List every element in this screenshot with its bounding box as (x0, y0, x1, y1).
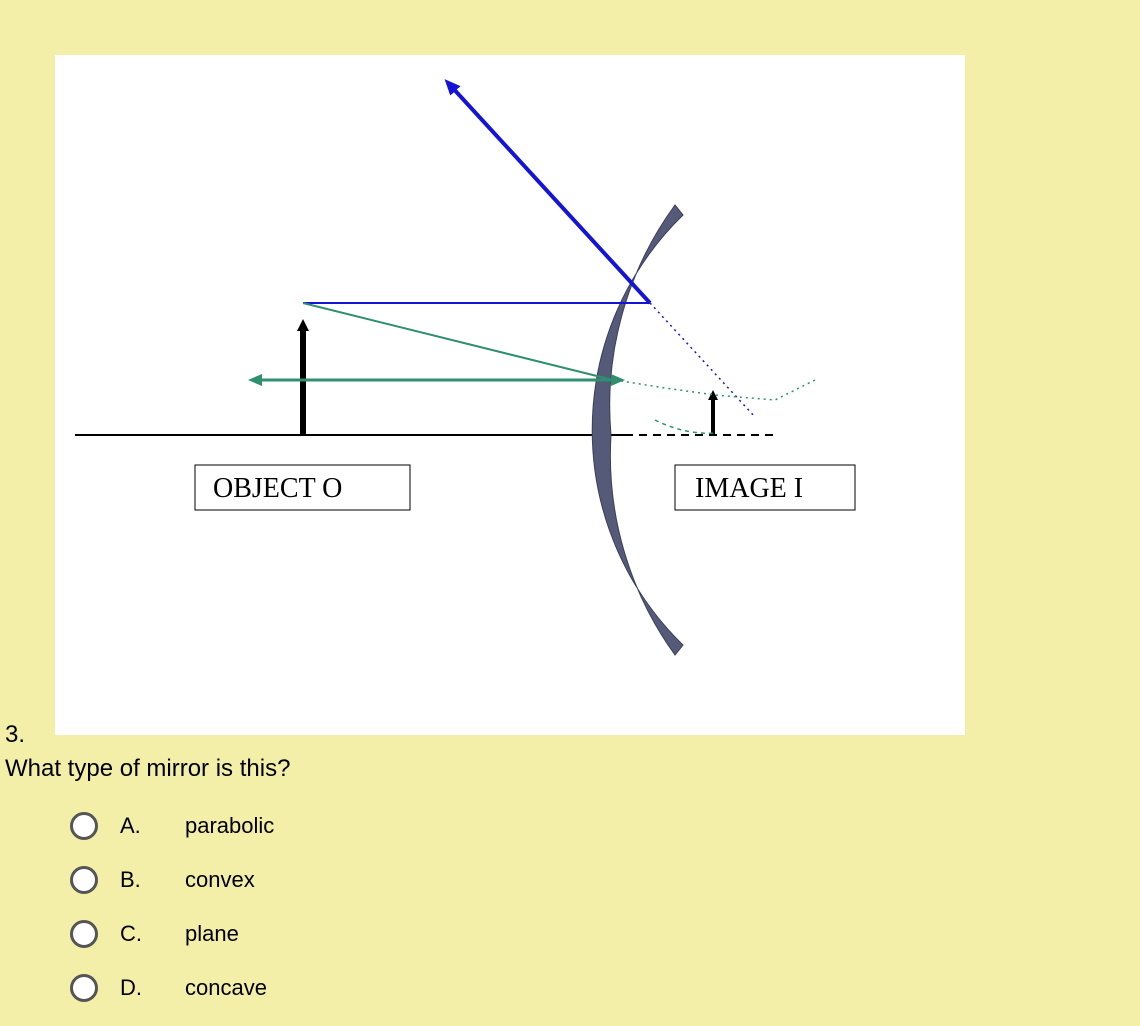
option-a-text: parabolic (185, 813, 274, 839)
option-d-text: concave (185, 975, 267, 1001)
blue-ray-reflected (450, 85, 650, 303)
question-text: What type of mirror is this? (5, 755, 290, 783)
object-label-text: OBJECT O (213, 473, 342, 504)
option-b-text: convex (185, 867, 255, 893)
options-list: A. parabolic B. convex C. plane D. conca… (70, 810, 274, 1026)
option-b-radio[interactable] (70, 866, 98, 894)
option-d-radio[interactable] (70, 974, 98, 1002)
option-b-row: B. convex (70, 864, 274, 896)
image-label-text: IMAGE I (695, 473, 803, 504)
option-a-radio[interactable] (70, 812, 98, 840)
option-c-letter: C. (120, 921, 170, 947)
option-b-letter: B. (120, 867, 170, 893)
option-c-radio[interactable] (70, 920, 98, 948)
option-a-row: A. parabolic (70, 810, 274, 842)
green-ray-diagonal (303, 303, 613, 380)
option-c-row: C. plane (70, 918, 274, 950)
option-d-row: D. concave (70, 972, 274, 1004)
question-number: 3. (5, 721, 25, 749)
mirror-shape (592, 205, 683, 655)
mirror-diagram: OBJECT O IMAGE I (55, 55, 965, 735)
diagram-container: OBJECT O IMAGE I (55, 55, 965, 735)
option-c-text: plane (185, 921, 239, 947)
option-d-letter: D. (120, 975, 170, 1001)
green-dashed-arc (655, 420, 715, 433)
option-a-letter: A. (120, 813, 170, 839)
blue-ray-virtual (650, 303, 755, 417)
